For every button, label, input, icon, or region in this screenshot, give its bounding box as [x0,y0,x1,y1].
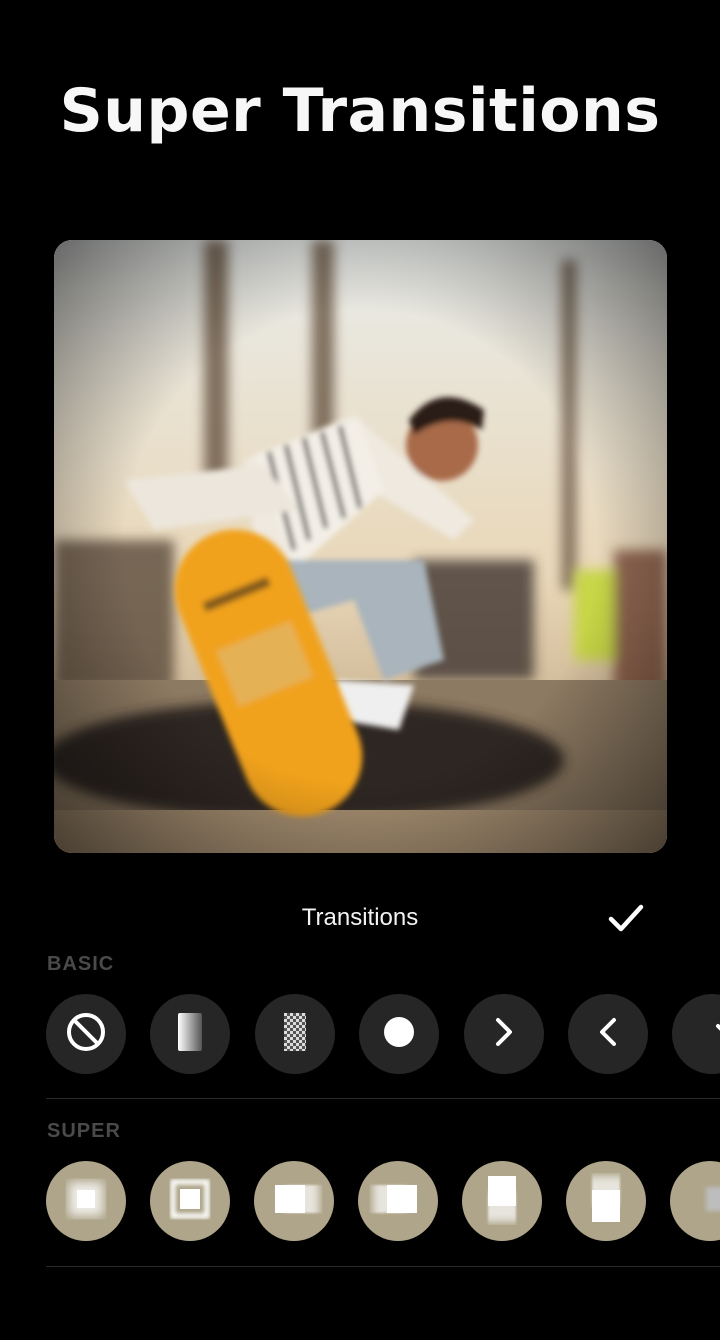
transition-slide-left-button[interactable] [568,994,648,1074]
transition-fade-button[interactable] [150,994,230,1074]
super-transition-spin-blur-left-button[interactable] [254,1161,334,1241]
page-title: Super Transitions [59,76,661,146]
super-transition-zoom-blur-button[interactable] [46,1161,126,1241]
spin-blur-left-icon [265,1179,323,1224]
circle-icon [382,1015,416,1054]
section-divider [46,1098,720,1099]
section-label-super: SUPER [47,1120,121,1142]
transitions-header: Transitions [0,896,720,942]
video-preview[interactable] [54,240,667,853]
transition-none-button[interactable] [46,994,126,1074]
zoom-blur-icon [61,1174,111,1229]
super-transition-blur-up-button[interactable] [462,1161,542,1241]
transition-dissolve-button[interactable] [255,994,335,1074]
transition-slide-down-button[interactable] [672,994,720,1074]
dissolve-checker-icon [284,1012,306,1056]
section-label-basic: BASIC [47,953,115,975]
basic-transitions-row [46,994,720,1076]
zoom-frame-icon [165,1174,215,1229]
super-transition-blur-down-button[interactable] [566,1161,646,1241]
none-icon [65,1011,107,1058]
glitch-icon [702,1179,720,1224]
blur-up-icon [482,1170,522,1233]
super-transition-glitch-button[interactable] [670,1161,720,1241]
section-divider-bottom [46,1266,720,1267]
super-transitions-row [46,1161,720,1243]
transition-circle-button[interactable] [359,994,439,1074]
slide-left-chevron-icon [597,1016,619,1053]
spin-blur-right-icon [369,1179,427,1224]
skateboarder-photo [54,240,667,853]
fade-gradient-icon [178,1012,202,1056]
super-transition-spin-blur-right-button[interactable] [358,1161,438,1241]
slide-down-chevron-icon [714,1021,720,1048]
transition-slide-right-button[interactable] [464,994,544,1074]
super-transition-zoom-frame-button[interactable] [150,1161,230,1241]
checkmark-icon[interactable] [604,896,648,940]
blur-down-icon [586,1170,626,1233]
slide-right-chevron-icon [493,1016,515,1053]
